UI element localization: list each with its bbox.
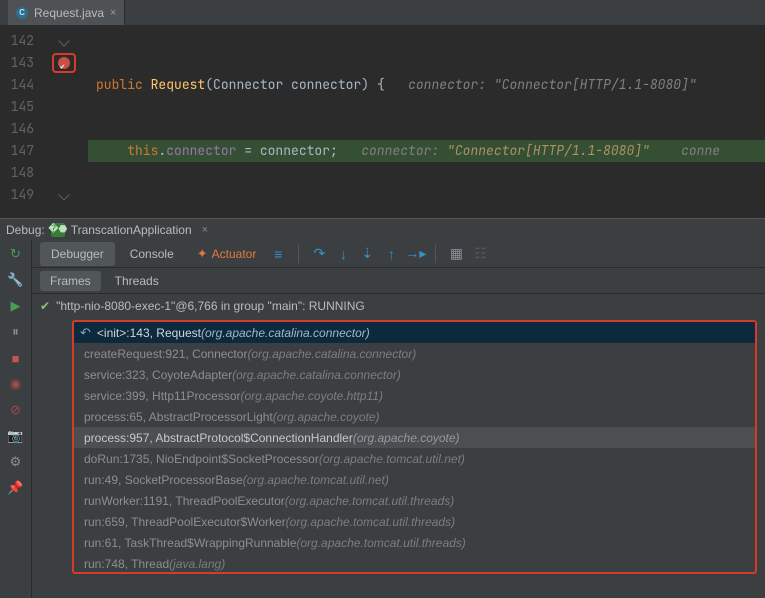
line-number-gutter: 142 143 144 145 146 147 148 149	[0, 26, 40, 218]
frame-package: (org.apache.coyote.http11)	[241, 389, 384, 403]
subtab-threads[interactable]: Threads	[105, 271, 169, 291]
debug-toolbar: Debugger Console ✦Actuator ≡ ↷ ↓ ⇣ ↑ →▸ …	[32, 240, 765, 268]
frame-text: process:65, AbstractProcessorLight	[84, 410, 273, 424]
separator	[435, 245, 436, 263]
tab-console[interactable]: Console	[119, 242, 185, 266]
stack-frame-row[interactable]: createRequest:921, Connector (org.apache…	[74, 343, 755, 364]
check-icon: ✔	[40, 299, 50, 313]
frame-text: createRequest:921, Connector	[84, 347, 247, 361]
stack-frame-row[interactable]: run:659, ThreadPoolExecutor$Worker (org.…	[74, 511, 755, 532]
step-over-icon[interactable]: ↷	[309, 245, 329, 262]
stack-frame-row[interactable]: service:323, CoyoteAdapter (org.apache.c…	[74, 364, 755, 385]
rerun-icon[interactable]: ↻	[8, 246, 24, 262]
thread-list-icon[interactable]: ≡	[268, 246, 288, 262]
run-to-cursor-icon[interactable]: →▸	[405, 245, 425, 262]
frame-package: (org.apache.catalina.connector)	[232, 368, 401, 382]
frame-text: service:323, CoyoteAdapter	[84, 368, 232, 382]
more-icon[interactable]: ☷	[470, 245, 490, 262]
debug-main: Debugger Console ✦Actuator ≡ ↷ ↓ ⇣ ↑ →▸ …	[32, 240, 765, 598]
stack-frame-row[interactable]: process:957, AbstractProtocol$Connection…	[74, 427, 755, 448]
code-content[interactable]: public Request(Connector connector) { co…	[88, 26, 765, 218]
resume-icon[interactable]: ▶	[8, 298, 24, 314]
frame-package: (org.apache.catalina.connector)	[201, 326, 370, 340]
pause-icon[interactable]: ⏸	[8, 324, 24, 340]
frame-package: (org.apache.coyote)	[273, 410, 380, 424]
close-icon[interactable]: ×	[110, 7, 116, 19]
frame-package: (org.apache.coyote)	[353, 431, 460, 445]
frame-text: run:748, Thread	[84, 557, 169, 571]
frames-list[interactable]: ↶ <init>:143, Request (org.apache.catalin…	[72, 320, 757, 574]
pin-icon[interactable]: 📌	[8, 480, 24, 496]
stack-frame-row[interactable]: doRun:1735, NioEndpoint$SocketProcessor …	[74, 448, 755, 469]
stack-frame-row[interactable]: run:748, Thread (java.lang)	[74, 553, 755, 574]
tab-filename: Request.java	[34, 6, 104, 20]
actuator-icon: ✦	[197, 246, 208, 262]
frame-text: service:399, Http11Processor	[84, 389, 241, 403]
frame-package: (org.apache.tomcat.util.net)	[243, 473, 389, 487]
frame-text: doRun:1735, NioEndpoint$SocketProcessor	[84, 452, 319, 466]
tab-debugger[interactable]: Debugger	[40, 242, 115, 266]
evaluate-icon[interactable]: ▦	[446, 245, 466, 262]
thread-status-text: "http-nio-8080-exec-1"@6,766 in group "m…	[56, 299, 365, 313]
drop-frame-icon[interactable]: ↶	[80, 325, 91, 341]
editor-tab-request[interactable]: C Request.java ×	[8, 0, 125, 25]
code-editor[interactable]: 142 143 144 145 146 147 148 149 public R…	[0, 26, 765, 218]
mute-breakpoints-icon[interactable]: ⊘	[8, 402, 24, 418]
separator	[298, 245, 299, 263]
step-out-icon[interactable]: ↑	[381, 246, 401, 262]
frame-text: runWorker:1191, ThreadPoolExecutor	[84, 494, 285, 508]
editor-tab-bar: C Request.java ×	[0, 0, 765, 26]
stack-frame-row[interactable]: runWorker:1191, ThreadPoolExecutor (org.…	[74, 490, 755, 511]
frame-package: (org.apache.catalina.connector)	[247, 347, 416, 361]
step-into-icon[interactable]: ↓	[333, 246, 353, 262]
subtab-frames[interactable]: Frames	[40, 271, 101, 291]
frame-package: (org.apache.tomcat.util.net)	[319, 452, 465, 466]
stack-frame-row[interactable]: run:61, TaskThread$WrappingRunnable (org…	[74, 532, 755, 553]
run-config-name[interactable]: TranscationApplication	[71, 223, 192, 237]
fold-icon[interactable]	[58, 35, 69, 46]
stop-icon[interactable]: ■	[8, 350, 24, 366]
frame-text: run:659, ThreadPoolExecutor$Worker	[84, 515, 286, 529]
camera-icon[interactable]: 📷	[8, 428, 24, 444]
frame-text: process:957, AbstractProtocol$Connection…	[84, 431, 353, 445]
debug-subtabs: Frames Threads	[32, 268, 765, 294]
stack-frame-row[interactable]: process:65, AbstractProcessorLight (org.…	[74, 406, 755, 427]
frame-text: run:61, TaskThread$WrappingRunnable	[84, 536, 296, 550]
breakpoint-highlight	[52, 53, 76, 73]
breakpoint-verified-icon[interactable]	[58, 57, 70, 69]
stack-frame-row[interactable]: service:399, Http11Processor (org.apache…	[74, 385, 755, 406]
view-breakpoints-icon[interactable]: ◉	[8, 376, 24, 392]
debug-label: Debug:	[6, 223, 45, 237]
thread-status-row[interactable]: ✔ "http-nio-8080-exec-1"@6,766 in group …	[32, 294, 765, 318]
stack-frame-row[interactable]: ↶ <init>:143, Request (org.apache.catalin…	[74, 322, 755, 343]
frame-package: (org.apache.tomcat.util.threads)	[296, 536, 465, 550]
frame-package: (org.apache.tomcat.util.threads)	[285, 494, 454, 508]
frame-package: (org.apache.tomcat.util.threads)	[286, 515, 455, 529]
tab-actuator[interactable]: ✦Actuator	[189, 246, 265, 262]
settings-icon[interactable]: ⚙	[8, 454, 24, 470]
debug-panel-header: Debug: �⬣ TranscationApplication ×	[0, 218, 765, 240]
class-icon: C	[16, 7, 28, 19]
force-step-into-icon[interactable]: ⇣	[357, 245, 377, 262]
fold-icon[interactable]	[58, 189, 69, 200]
frame-text: run:49, SocketProcessorBase	[84, 473, 243, 487]
wrench-icon[interactable]: 🔧	[8, 272, 24, 288]
gutter-icon-strip	[40, 26, 88, 218]
debug-panel: ↻ 🔧 ▶ ⏸ ■ ◉ ⊘ 📷 ⚙ 📌 Debugger Console ✦Ac…	[0, 240, 765, 598]
frame-package: (java.lang)	[169, 557, 225, 571]
close-icon[interactable]: ×	[202, 224, 208, 236]
debug-side-toolbar: ↻ 🔧 ▶ ⏸ ■ ◉ ⊘ 📷 ⚙ 📌	[0, 240, 32, 598]
run-config-icon: �⬣	[51, 223, 65, 237]
stack-frame-row[interactable]: run:49, SocketProcessorBase (org.apache.…	[74, 469, 755, 490]
frame-text: <init>:143, Request	[97, 326, 201, 340]
